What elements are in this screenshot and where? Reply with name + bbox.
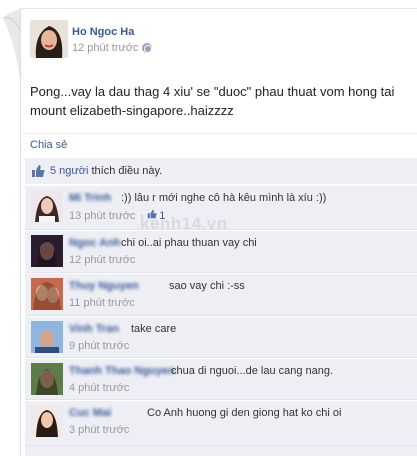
commenter-name[interactable]: Cuc Mai	[69, 407, 111, 419]
comment-item: Thanh Thao Nguyen chua di nguoi...de lau…	[25, 358, 417, 400]
commenter-name[interactable]: Thanh Thao Nguyen	[69, 365, 175, 377]
comment-time[interactable]: 4 phút trước	[69, 382, 129, 394]
commenter-name[interactable]: Ngoc Anh	[69, 237, 121, 249]
comment-meta: 12 phút trước	[69, 254, 136, 266]
commenter-name[interactable]: Vinh Tran	[69, 323, 119, 335]
post-header: Ho Ngoc Ha 12 phút trước	[30, 20, 410, 60]
comment-text: chi oi..ai phau thuan vay chi	[121, 237, 257, 249]
comment-text: :)) lâu r mới nghe cô hà kêu mình là xíu…	[121, 192, 327, 204]
author-avatar[interactable]	[30, 20, 68, 58]
globe-icon	[141, 43, 152, 53]
commenter-avatar[interactable]	[31, 405, 63, 437]
comment-meta: 11 phút trước	[69, 297, 135, 309]
commenter-avatar[interactable]	[31, 278, 63, 310]
commenter-avatar[interactable]	[31, 363, 63, 395]
comment-time[interactable]: 12 phút trước	[69, 254, 136, 266]
comment-item: Cuc Mai Co Anh huong gi den giong hat ko…	[25, 400, 417, 446]
comment-time[interactable]: 13 phút trước	[69, 210, 136, 222]
status-line-1: Pong...vay la dau thag 4 xiu' se "duoc" …	[30, 84, 395, 99]
comment-meta: 9 phút trước	[69, 340, 129, 352]
comment-item: Thuy Nguyen sao vay chi :-ss 11 phút trư…	[25, 273, 417, 316]
like-count-link[interactable]: 5 người	[50, 165, 88, 177]
like-suffix: thích điều này.	[88, 165, 163, 177]
comment-meta: 3 phút trước	[69, 424, 129, 436]
feedback-area: 5 người thích điều này. Mi Trinh :)) lâu…	[25, 158, 417, 456]
commenter-name[interactable]: Thuy Nguyen	[69, 280, 139, 292]
commenter-name[interactable]: Mi Trinh	[69, 192, 111, 204]
comment-text: sao vay chi :-ss	[169, 280, 245, 292]
comment-item: Ngoc Anh chi oi..ai phau thuan vay chi 1…	[25, 230, 417, 273]
author-name[interactable]: Ho Ngoc Ha	[72, 26, 134, 38]
comment-text: chua di nguoi...de lau cang nang.	[171, 365, 334, 377]
status-line-2: mount elizabeth-singapore..haizzzz	[30, 103, 234, 118]
comment-time[interactable]: 11 phút trước	[69, 297, 135, 309]
comment-text: take care	[131, 323, 177, 335]
commenter-avatar[interactable]	[31, 321, 63, 353]
comment-item: Vinh Tran take care 9 phút trước	[25, 316, 417, 358]
commenter-avatar[interactable]	[31, 235, 63, 267]
comment-time[interactable]: 9 phút trước	[69, 340, 129, 352]
post-time-row: 12 phút trước	[72, 42, 152, 54]
thumbs-up-icon	[31, 164, 45, 178]
comment-text: Co Anh huong gi den giong hat ko chi oi	[147, 407, 342, 419]
status-text: Pong...vay la dau thag 4 xiu' se "duoc" …	[30, 82, 400, 120]
commenter-avatar[interactable]	[31, 190, 63, 222]
share-bar: Chia sẻ	[22, 133, 417, 157]
like-summary: 5 người thích điều này.	[25, 158, 417, 185]
comment-meta: 4 phút trước	[69, 382, 129, 394]
post-time[interactable]: 12 phút trước	[72, 42, 139, 54]
comment-time[interactable]: 3 phút trước	[69, 424, 129, 436]
watermark-logo: kenh14.vn	[140, 214, 228, 233]
share-button[interactable]: Chia sẻ	[30, 139, 67, 151]
